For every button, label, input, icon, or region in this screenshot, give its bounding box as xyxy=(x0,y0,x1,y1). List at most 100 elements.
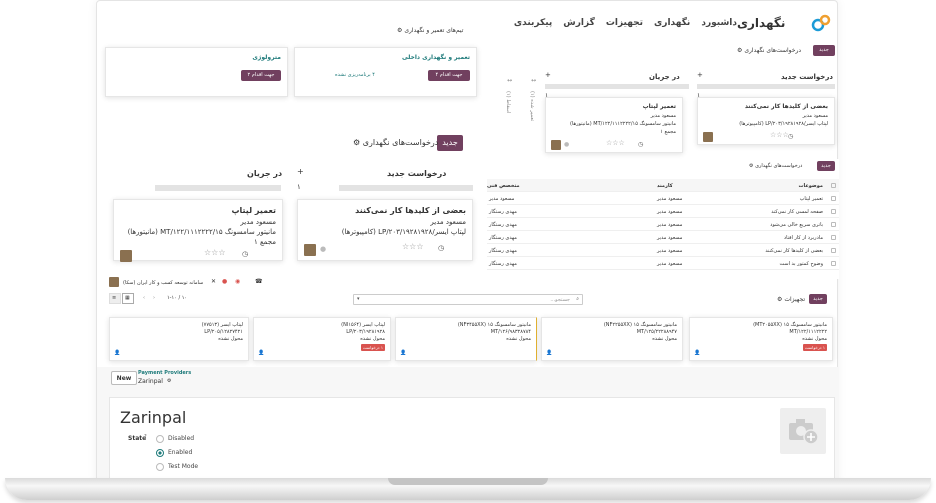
gear-icon[interactable]: ⚙ xyxy=(167,378,171,384)
col-technician[interactable]: متخصص فنی xyxy=(487,183,520,189)
new-button[interactable]: جدید xyxy=(813,45,835,56)
option-test-mode[interactable]: Test Mode xyxy=(168,463,198,470)
user-assign-icon[interactable]: 👤 xyxy=(114,350,120,356)
kanban-card[interactable]: بعضی از کلیدها کار نمی‌کنند مسعود مدیر ل… xyxy=(297,199,473,261)
row-checkbox[interactable] xyxy=(831,209,836,214)
search-icon[interactable]: ⌕ xyxy=(576,296,579,302)
gear-icon[interactable]: ⚙ xyxy=(749,163,753,169)
unscheduled-link[interactable]: ۴ برنامه‌ریزی نشده xyxy=(335,72,375,78)
menu-dashboard[interactable]: داشبورد xyxy=(701,18,737,28)
expand-icon[interactable]: ↔ xyxy=(531,77,536,84)
col-employee[interactable]: کارمند xyxy=(657,183,673,189)
avatar[interactable] xyxy=(551,140,561,150)
avatar[interactable] xyxy=(703,132,713,142)
kanban-card[interactable]: تعمیر لپتاپ مسعود مدیر مانیتور سامسونگ ۱… xyxy=(113,199,283,262)
company-avatar[interactable] xyxy=(109,277,119,287)
table-row[interactable]: وضوح کمتور بد است مسعود مدیر مهدی رستگار xyxy=(487,257,839,270)
equipment-card[interactable]: لپتاپ ایسر (۷۷۵۱۳) LP/۲۰۵/۱۲۸۲۷۴۲۱ محول … xyxy=(109,317,249,361)
add-icon[interactable]: + xyxy=(297,167,304,176)
search-box[interactable]: ⌕ جستجو... ▾ xyxy=(353,294,583,305)
folded-column[interactable]: تعمیر شده (۱) xyxy=(529,91,535,121)
row-checkbox[interactable] xyxy=(831,222,836,227)
table-row[interactable]: مادربرد از کار افتاد مسعود مدیر مهدی رستگا… xyxy=(487,231,839,244)
chevron-right-icon[interactable]: › xyxy=(153,295,155,301)
folded-column[interactable]: اسقاط (۱) xyxy=(505,91,511,113)
col-subject[interactable]: موضوعات xyxy=(798,183,823,189)
option-enabled[interactable]: Enabled xyxy=(168,449,192,456)
user-assign-icon[interactable]: 👤 xyxy=(258,350,264,356)
equipment-card[interactable]: مانیتور سامسونگ ۱۵ (NF۲۲۵۵XX) MT/۱۲۵/۲۲۲… xyxy=(541,317,683,361)
camera-plus-icon[interactable] xyxy=(780,408,826,454)
stars-icon[interactable]: ☆☆☆ xyxy=(606,139,625,147)
kanban-card[interactable]: تعمیر لپتاپ مسعود مدیر مانیتور سامسونگ ۱… xyxy=(545,97,683,153)
table-row[interactable]: باتری سریع خالی می‌شود مسعود مدیر مهدی رست… xyxy=(487,218,839,231)
gear-icon[interactable]: ⚙ xyxy=(777,296,782,303)
column-title[interactable]: در جریان xyxy=(649,73,680,81)
expand-icon[interactable]: ↔ xyxy=(507,77,512,84)
messages-icon[interactable]: ● xyxy=(222,278,227,285)
equipment-card[interactable]: لپتاپ ایسر (NI۱۵۶۴) LP/۲۰۳/۱۹۲۸۱۹۲۸ محول… xyxy=(253,317,391,361)
column-title[interactable]: درخواست جدید xyxy=(781,73,833,81)
app-title[interactable]: نگهداری xyxy=(737,16,785,30)
select-all-checkbox[interactable] xyxy=(831,183,836,188)
add-icon[interactable]: + xyxy=(545,71,551,79)
new-button[interactable]: جدید xyxy=(817,161,835,171)
odoo-logo-icon[interactable] xyxy=(811,13,831,33)
row-checkbox[interactable] xyxy=(831,261,836,266)
equipment-card[interactable]: مانیتور سامسونگ ۱۵ (NF۳۴۵۵XX) MT/۱۲۶/۹۸۳… xyxy=(395,317,537,361)
todo-button[interactable]: ۲ جهت اقدام xyxy=(241,70,281,81)
clock-icon[interactable]: ◷ xyxy=(638,141,643,148)
menu-equipment[interactable]: تجهیزات xyxy=(606,18,643,28)
request-badge[interactable]: ۱ درخواست xyxy=(802,344,827,351)
gear-icon[interactable]: ⚙ xyxy=(737,47,742,54)
row-checkbox[interactable] xyxy=(831,248,836,253)
gear-icon[interactable]: ⚙ xyxy=(353,138,360,147)
radio-enabled[interactable] xyxy=(156,449,164,457)
user-assign-icon[interactable]: 👤 xyxy=(694,350,700,356)
pager[interactable]: ۱-۱۰ / ۱۰ xyxy=(167,295,187,301)
user-assign-icon[interactable]: 👤 xyxy=(400,350,406,356)
search-input[interactable]: جستجو... xyxy=(550,297,570,303)
help-icon[interactable]: ? xyxy=(144,434,147,440)
team-title[interactable]: تعمیر و نگهداری داخلی xyxy=(402,54,470,61)
stars-icon[interactable]: ☆☆☆ xyxy=(402,242,424,251)
column-title[interactable]: در جریان xyxy=(247,169,282,178)
request-badge[interactable]: ۱ درخواست xyxy=(360,344,385,351)
gear-icon[interactable]: ⚙ xyxy=(397,27,402,34)
team-card-internal[interactable]: تعمیر و نگهداری داخلی ۴ جهت اقدام ۴ برنا… xyxy=(294,47,477,97)
team-card-metrology[interactable]: مترولوژی ۲ جهت اقدام xyxy=(105,47,288,97)
status-dot-icon[interactable]: ● xyxy=(320,245,326,253)
new-button[interactable]: New xyxy=(111,371,137,385)
kanban-view-icon[interactable]: ▦ xyxy=(122,293,134,304)
option-disabled[interactable]: Disabled xyxy=(168,435,194,442)
phone-icon[interactable]: ☎ xyxy=(255,278,262,285)
avatar[interactable] xyxy=(304,244,316,256)
clock-icon[interactable]: ◷ xyxy=(242,250,248,258)
chevron-left-icon[interactable]: ‹ xyxy=(143,295,145,301)
new-button[interactable]: جدید xyxy=(437,135,463,151)
equipment-card[interactable]: مانیتور سامسونگ ۱۵ (MT۲۰۵۵XX) MT/۱۲۲/۱۱۱… xyxy=(689,317,833,361)
team-title[interactable]: مترولوژی xyxy=(252,54,281,61)
status-dot-icon[interactable]: ● xyxy=(564,141,569,148)
add-icon[interactable]: + xyxy=(697,71,703,79)
user-assign-icon[interactable]: 👤 xyxy=(546,350,552,356)
stars-icon[interactable]: ☆☆☆ xyxy=(204,248,226,257)
kanban-card[interactable]: بعضی از کلیدها کار نمی‌کنند مسعود مدیر ل… xyxy=(697,97,835,145)
todo-button[interactable]: ۴ جهت اقدام xyxy=(428,70,470,81)
list-view-icon[interactable]: ≡ xyxy=(109,293,121,304)
table-row[interactable]: بعضی از کلیدها کار نمی‌کنند مسعود مدیر مهد… xyxy=(487,244,839,257)
clock-icon[interactable]: ◷ xyxy=(788,133,793,140)
close-icon[interactable]: ✕ xyxy=(211,278,216,285)
provider-name[interactable]: Zarinpal xyxy=(120,408,186,427)
avatar[interactable] xyxy=(120,250,132,262)
menu-maintenance[interactable]: نگهداری xyxy=(654,18,690,28)
stars-icon[interactable]: ☆☆☆ xyxy=(770,131,789,139)
row-checkbox[interactable] xyxy=(831,196,836,201)
radio-test-mode[interactable] xyxy=(156,463,164,471)
menu-configuration[interactable]: پیکربندی xyxy=(514,18,552,28)
table-row[interactable]: تعمیر لپتاپ مسعود مدیر مسعود مدیر xyxy=(487,192,839,205)
radio-disabled[interactable] xyxy=(156,435,164,443)
column-title[interactable]: درخواست جدید xyxy=(387,169,446,178)
activity-icon[interactable]: ◉ xyxy=(235,278,240,285)
table-row[interactable]: صفحه لمسی کار نمی‌کند مسعود مدیر مهدی رستگ… xyxy=(487,205,839,218)
